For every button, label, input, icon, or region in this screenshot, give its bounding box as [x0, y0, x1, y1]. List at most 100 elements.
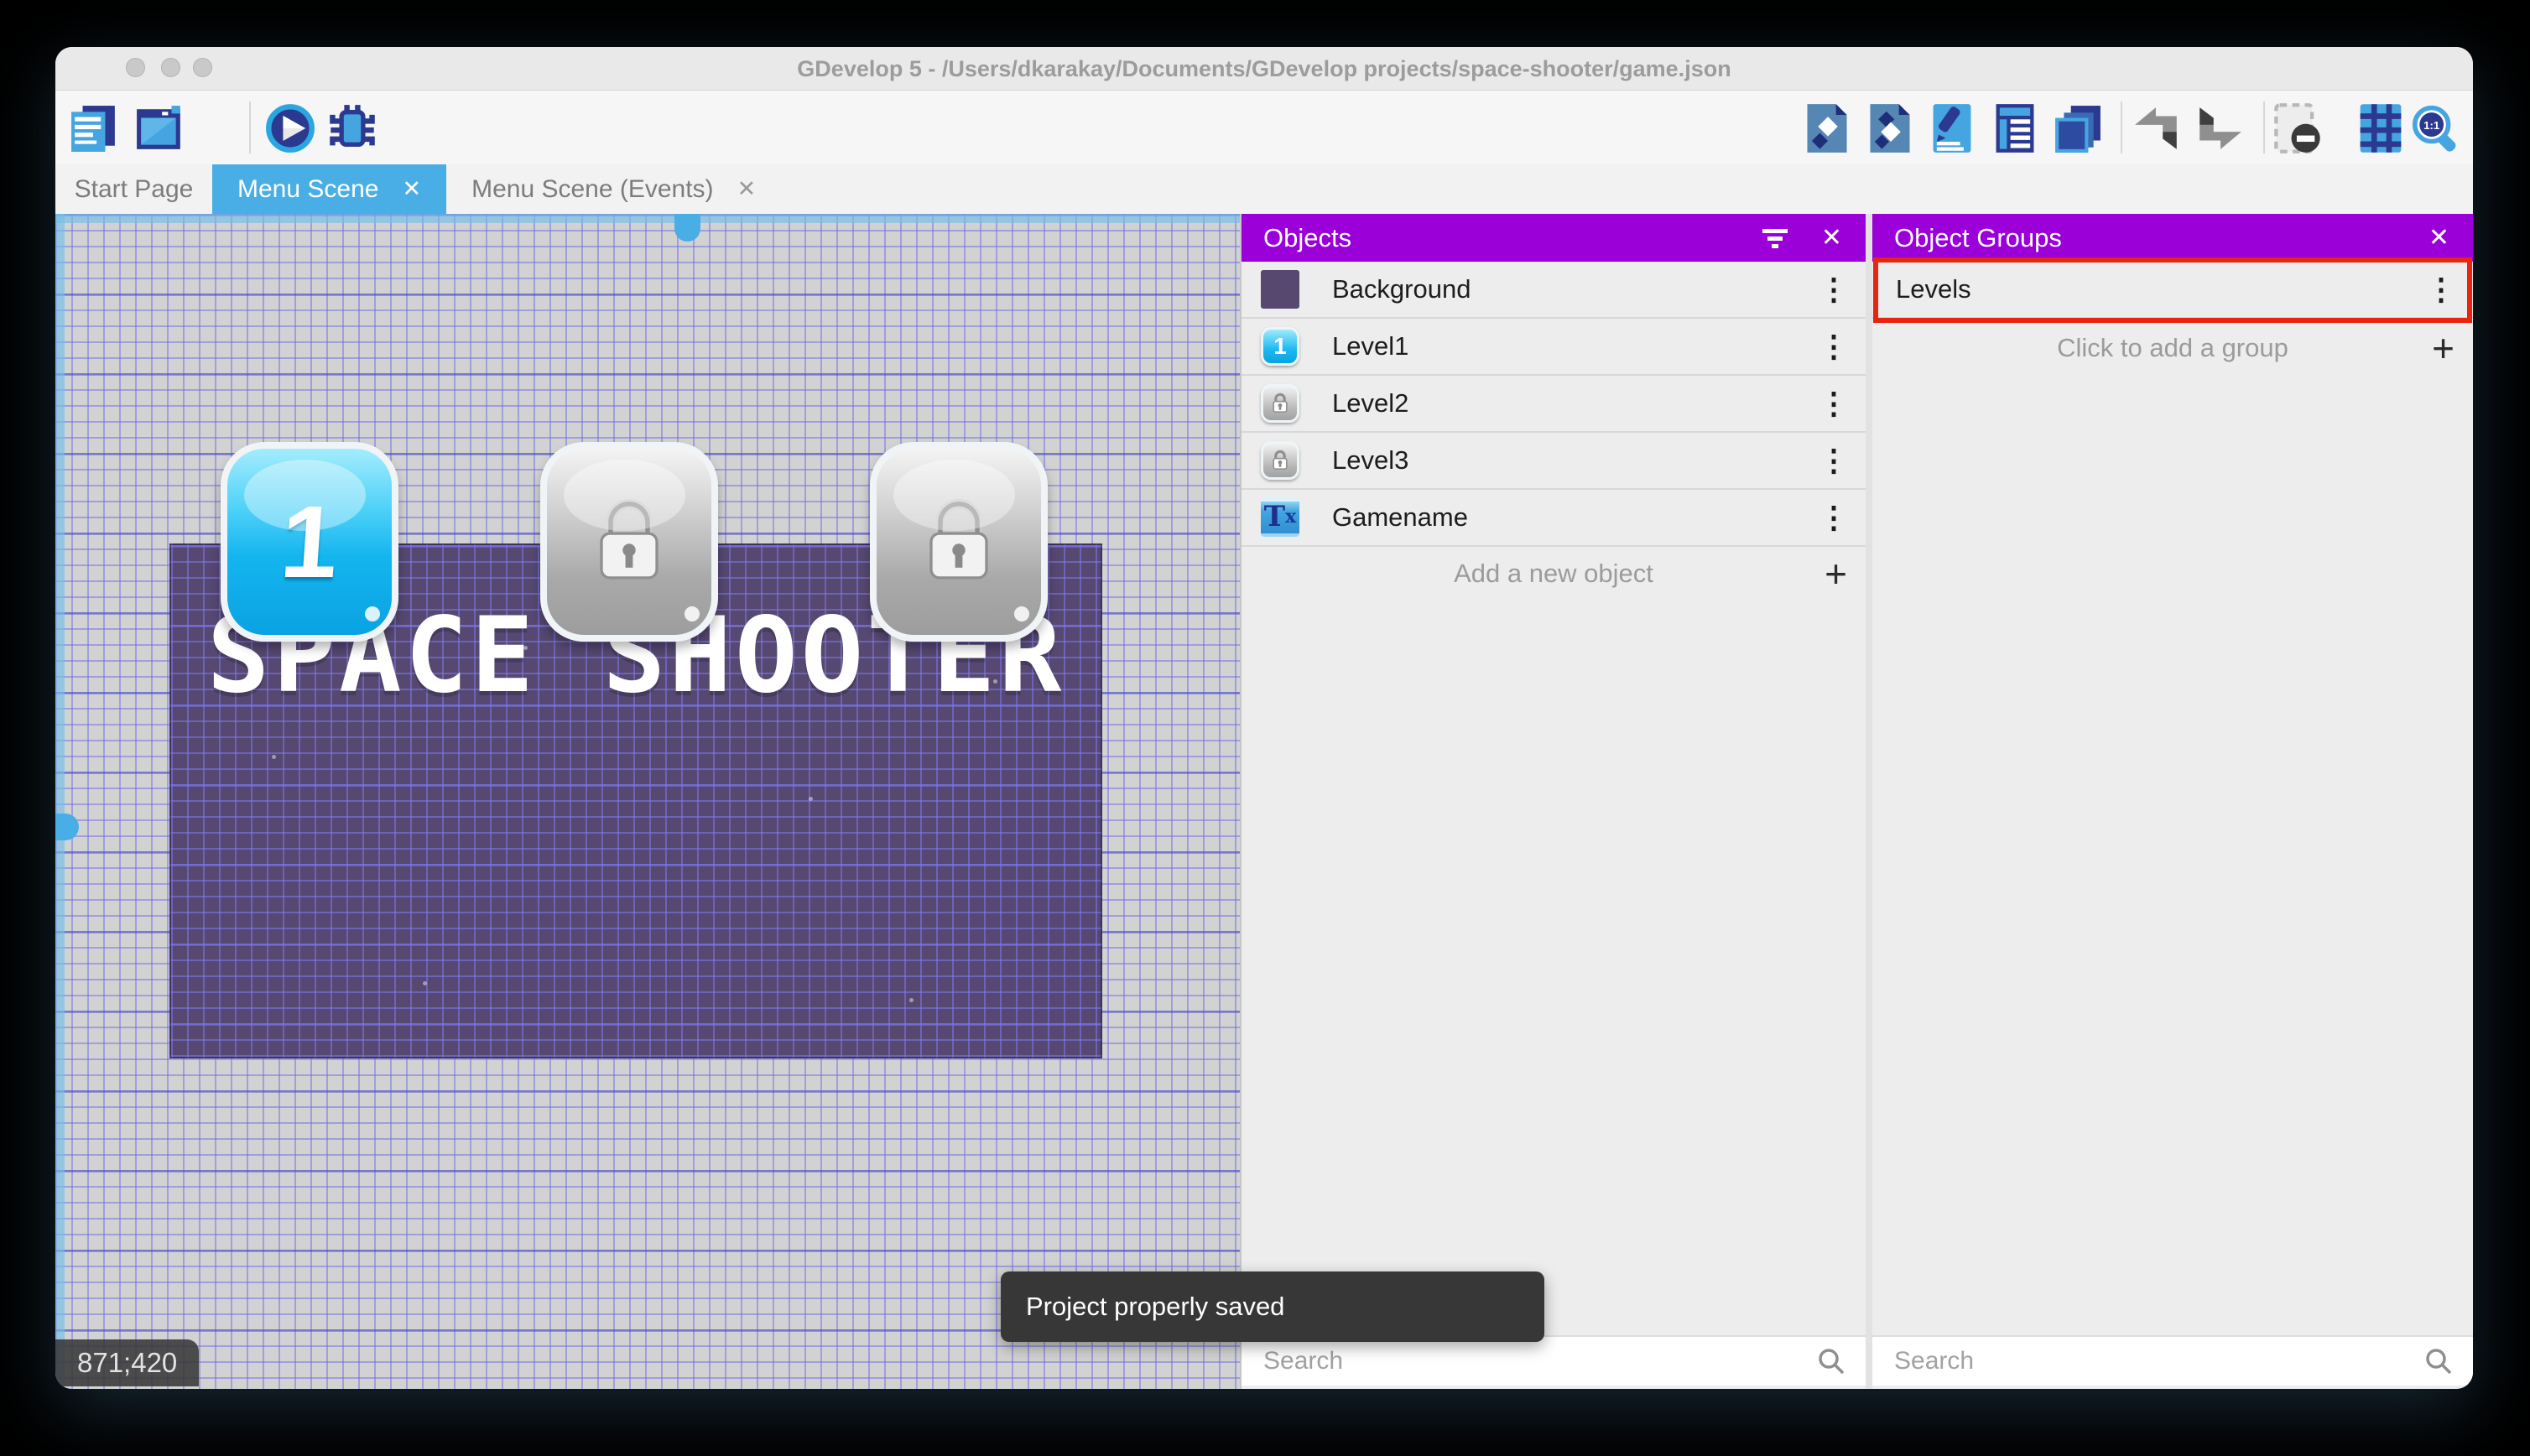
tab-menu-scene[interactable]: Menu Scene ✕	[212, 164, 447, 214]
objects-search-input[interactable]	[1263, 1347, 1817, 1375]
tab-label: Start Page	[74, 174, 194, 203]
tab-menu-scene-events[interactable]: Menu Scene (Events) ✕	[446, 164, 781, 214]
object-thumbnail	[1260, 383, 1300, 424]
group-menu-icon[interactable]: ⋮	[2426, 274, 2456, 304]
scene-editor-icon[interactable]	[134, 103, 185, 153]
object-menu-icon[interactable]: ⋮	[1819, 502, 1849, 533]
object-row-level1[interactable]: 1 Level1 ⋮	[1242, 319, 1866, 376]
star-decoration	[909, 998, 914, 1002]
undo-icon[interactable]	[2132, 103, 2183, 153]
object-row-background[interactable]: Background ⋮	[1242, 262, 1866, 319]
object-thumbnail: 1	[1260, 326, 1300, 367]
panels-divider	[1866, 214, 1872, 1389]
level3-locked-sprite[interactable]	[870, 442, 1048, 642]
object-name: Level2	[1332, 388, 1409, 418]
tab-label: Menu Scene (Events)	[471, 174, 714, 203]
title-bar: GDevelop 5 - /Users/dkarakay/Documents/G…	[55, 47, 2473, 91]
add-group-plus-icon[interactable]: +	[2432, 325, 2455, 371]
close-tab-icon[interactable]: ✕	[402, 176, 421, 202]
properties-panel-icon[interactable]	[1927, 103, 1977, 153]
object-thumbnail	[1260, 440, 1300, 481]
star-decoration	[993, 679, 997, 684]
screenshot-background: GDevelop 5 - /Users/dkarakay/Documents/G…	[0, 0, 2530, 1456]
object-name: Level1	[1332, 331, 1409, 361]
object-thumbnail	[1260, 269, 1300, 309]
add-object-label: Add a new object	[1454, 559, 1653, 588]
level1-number: 1	[277, 485, 342, 599]
add-group-row[interactable]: Click to add a group +	[1872, 321, 2473, 375]
object-menu-icon[interactable]: ⋮	[1819, 274, 1849, 304]
canvas-horizontal-scrollbar[interactable]	[55, 214, 1240, 242]
instances-list-icon[interactable]	[1990, 103, 2040, 153]
horizontal-scroll-handle[interactable]	[674, 214, 700, 242]
star-decoration	[523, 646, 528, 650]
object-groups-panel: Object Groups ✕ Levels ⋮ Click to add a …	[1872, 214, 2473, 1389]
objects-panel-title: Objects	[1263, 222, 1352, 252]
objects-search-bar	[1242, 1335, 1866, 1386]
button-highlight-dot	[685, 606, 700, 621]
level1-button-sprite[interactable]: 1	[221, 442, 398, 642]
objects-panel-header: Objects ✕	[1242, 214, 1866, 262]
close-tab-icon[interactable]: ✕	[737, 176, 757, 202]
level2-locked-sprite[interactable]	[540, 442, 718, 642]
close-panel-icon[interactable]: ✕	[2428, 223, 2449, 252]
star-decoration	[272, 755, 276, 759]
cursor-coordinates: 871;420	[55, 1339, 200, 1386]
add-object-row[interactable]: Add a new object +	[1242, 547, 1866, 601]
scene-canvas[interactable]: SPACE SHOOTER 1 871;420	[55, 214, 1240, 1389]
object-menu-icon[interactable]: ⋮	[1819, 445, 1849, 476]
object-row-level2[interactable]: Level2 ⋮	[1242, 376, 1866, 433]
object-groups-panel-icon[interactable]	[1865, 103, 1915, 153]
play-icon[interactable]	[265, 103, 315, 153]
project-manager-icon[interactable]	[69, 103, 119, 153]
search-icon	[2426, 1349, 2452, 1375]
lock-icon	[600, 498, 659, 580]
tab-start-page[interactable]: Start Page	[55, 164, 212, 214]
objects-panel-icon[interactable]	[1802, 103, 1852, 153]
editor-tabs: Start Page Menu Scene ✕ Menu Scene (Even…	[55, 164, 2473, 214]
lock-icon	[1273, 393, 1288, 413]
close-panel-icon[interactable]: ✕	[1821, 223, 1842, 252]
filter-icon[interactable]	[1761, 226, 1789, 251]
add-group-label: Click to add a group	[2057, 333, 2288, 362]
object-name: Background	[1332, 274, 1471, 304]
object-menu-icon[interactable]: ⋮	[1819, 388, 1849, 419]
window-mask-icon[interactable]	[2272, 103, 2323, 153]
object-groups-panel-title: Object Groups	[1894, 222, 2062, 252]
canvas-vertical-scrollbar[interactable]	[55, 214, 79, 1389]
zoom-1-1-icon[interactable]: 1:1	[2409, 103, 2460, 153]
redo-icon[interactable]	[2194, 103, 2244, 153]
add-object-plus-icon[interactable]: +	[1825, 551, 1847, 596]
button-highlight-dot	[365, 606, 380, 621]
button-highlight-dot	[1014, 606, 1029, 621]
search-icon	[1819, 1349, 1845, 1375]
toolbar-divider	[2263, 101, 2265, 153]
debug-icon[interactable]	[327, 103, 377, 153]
grid-icon[interactable]	[2356, 103, 2406, 153]
star-decoration	[423, 981, 427, 985]
object-name: Level3	[1332, 445, 1409, 475]
objects-panel: Objects ✕ Background ⋮ 1 Level1 ⋮ Level2…	[1242, 214, 1866, 1389]
lock-icon	[929, 498, 988, 580]
svg-text:1:1: 1:1	[2423, 119, 2440, 132]
object-menu-icon[interactable]: ⋮	[1819, 331, 1849, 361]
app-window: GDevelop 5 - /Users/dkarakay/Documents/G…	[55, 47, 2473, 1389]
layers-panel-icon[interactable]	[2053, 103, 2103, 153]
toolbar-divider	[2121, 101, 2122, 153]
groups-search-bar	[1872, 1335, 2473, 1386]
lock-icon	[1273, 450, 1288, 470]
group-row-levels[interactable]: Levels ⋮	[1872, 262, 2473, 319]
object-name: Gamename	[1332, 502, 1468, 532]
object-groups-panel-header: Object Groups ✕	[1872, 214, 2473, 262]
object-row-level3[interactable]: Level3 ⋮	[1242, 433, 1866, 490]
vertical-scroll-handle[interactable]	[55, 814, 79, 840]
groups-search-input[interactable]	[1894, 1347, 2424, 1375]
content-area: SPACE SHOOTER 1 871;420 Objects ✕ Backgr…	[55, 214, 2473, 1389]
star-decoration	[809, 797, 813, 801]
toolbar-divider	[249, 101, 251, 153]
main-toolbar: 1:1	[55, 91, 2473, 164]
window-title: GDevelop 5 - /Users/dkarakay/Documents/G…	[797, 56, 1731, 81]
object-row-gamename[interactable]: Tx Gamename ⋮	[1242, 490, 1866, 547]
group-name: Levels	[1896, 274, 1971, 304]
save-toast: Project properly saved	[1001, 1271, 1544, 1342]
